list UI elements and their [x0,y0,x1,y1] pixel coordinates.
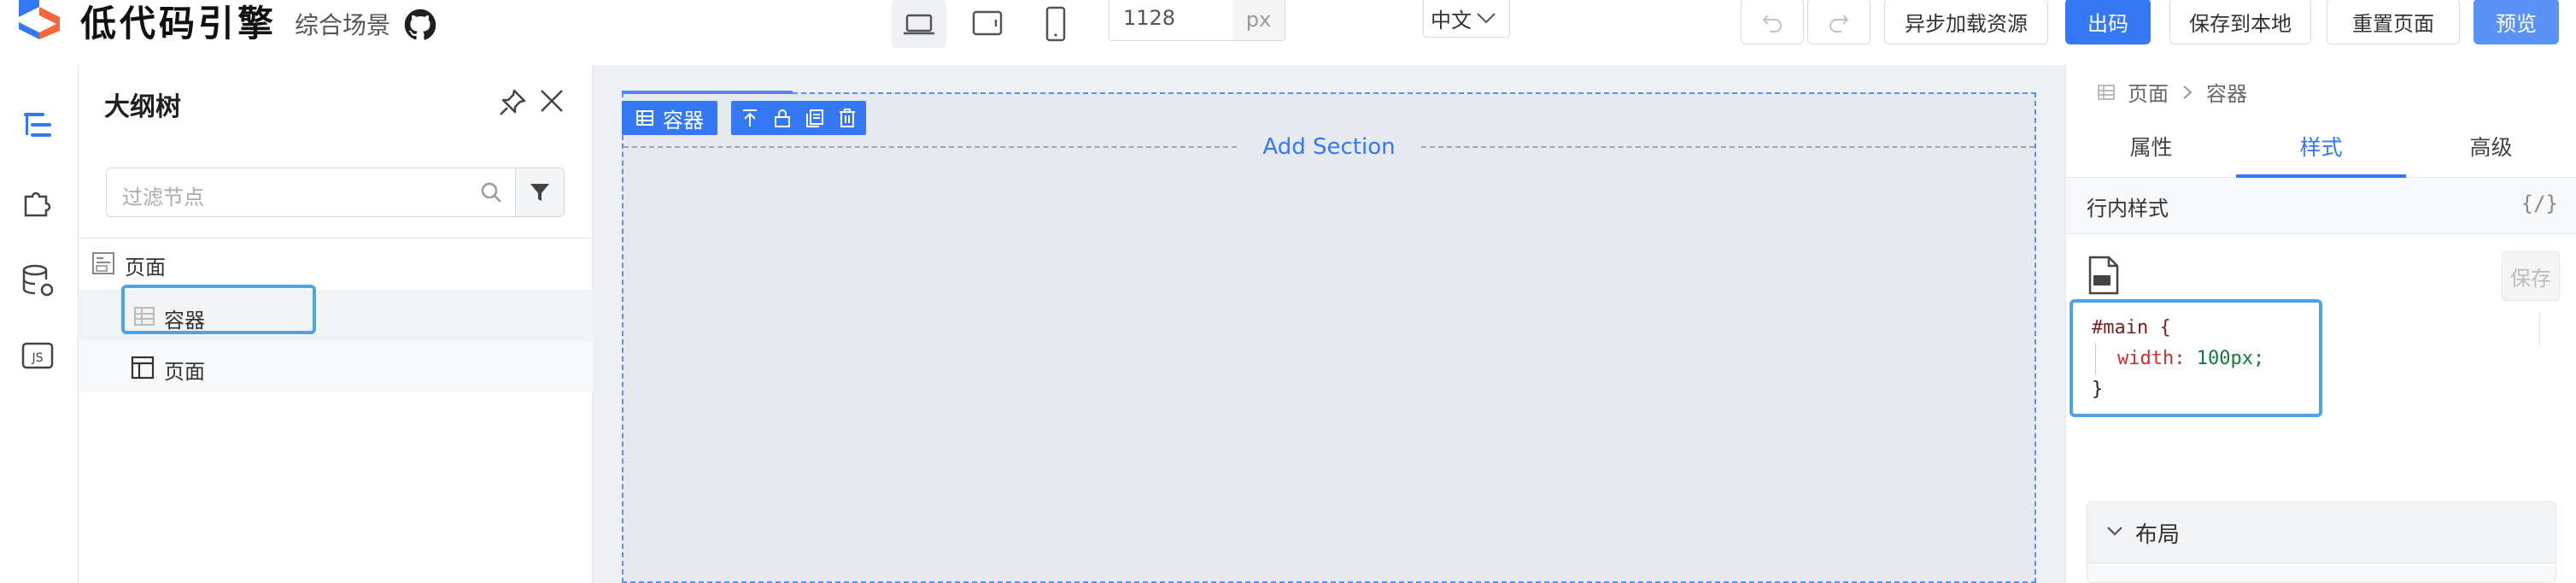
phone-icon [1045,6,1066,42]
export-code-button[interactable]: 出码 [2065,0,2151,44]
container-top-bar [622,91,793,94]
container-frame[interactable] [622,92,2036,583]
tree-node-page-child[interactable]: 页面 [79,341,593,392]
tab-style[interactable]: 样式 [2236,121,2406,178]
search-icon [481,182,501,203]
inline-style-title: 行内样式 [2087,197,2169,221]
settings-tabs: 属性 样式 高级 [2066,121,2576,178]
table-grid-icon [636,110,653,126]
add-section-divider[interactable]: Add Section [624,130,2035,164]
lock-icon [775,109,790,127]
move-up-button[interactable] [736,104,764,132]
chevron-down-icon [2107,527,2122,536]
save-local-button[interactable]: 保存到本地 [2169,0,2311,44]
trash-icon [840,109,855,127]
language-value: 中文 [1431,8,1472,32]
svg-text:JS: JS [31,351,43,365]
app-title: 低代码引擎 [80,3,278,44]
tree-node-page-root[interactable]: 页面 [79,238,593,290]
table-grid-icon [2098,84,2115,100]
js-code-button[interactable]: JS [19,337,56,374]
components-button[interactable] [19,185,56,222]
top-toolbar: 低代码引擎 综合场景 1128 px 中文 异步加载资源 出码 保存到本地 重置… [0,0,2576,50]
funnel-icon [530,184,549,201]
preview-button[interactable]: 预览 [2474,0,2559,44]
filter-placeholder: 过滤节点 [122,186,204,209]
highlight-box-code [2070,299,2322,417]
github-icon[interactable] [404,9,436,41]
arrow-top-icon [743,109,757,127]
editor-gutter-line [2539,313,2540,347]
tab-props[interactable]: 属性 [2066,121,2236,178]
undo-icon [1762,15,1782,32]
layout-section-title: 布局 [2135,522,2181,548]
datasource-button[interactable] [19,262,56,299]
outline-tree-button[interactable] [19,106,56,144]
tree-node-label: 页面 [164,360,205,384]
async-load-button[interactable]: 异步加载资源 [1884,0,2048,44]
copy-button[interactable] [801,104,828,132]
filter-nodes-input[interactable]: 过滤节点 [106,168,516,217]
js-code-icon: JS [21,342,54,369]
canvas-width-input[interactable]: 1128 [1109,0,1233,41]
layout-section-header[interactable]: 布局 [2087,502,2556,563]
datasource-icon [22,264,54,297]
chevron-right-icon [2183,85,2193,99]
lock-button[interactable] [769,104,796,132]
save-style-button[interactable]: 保存 [2502,251,2560,301]
laptop-icon [904,14,934,35]
highlight-box-selected-node [121,285,316,334]
language-select[interactable]: 中文 [1423,0,1510,38]
breadcrumb-item-page[interactable]: 页面 [2128,77,2169,107]
reset-page-button[interactable]: 重置页面 [2327,0,2460,44]
layout-icon [131,356,155,380]
css-file-icon[interactable] [2085,255,2122,296]
dashed-line [624,146,1238,148]
plugin-puzzle-icon [24,191,51,217]
inline-style-header: 行内样式 {/} [2066,178,2576,234]
tab-advanced[interactable]: 高级 [2406,121,2576,178]
pin-icon[interactable] [497,87,528,118]
tablet-icon [972,10,1003,36]
device-phone-button[interactable] [1028,0,1083,48]
tree-node-label: 页面 [125,256,166,280]
outline-title: 大纲树 [104,92,181,122]
filter-button[interactable] [515,168,565,217]
device-tablet-button[interactable] [960,0,1015,48]
close-icon[interactable] [536,85,567,116]
delete-button[interactable] [834,104,861,132]
scene-label: 综合场景 [295,11,391,39]
breadcrumb: 页面 容器 [2097,77,2247,107]
undo-button[interactable] [1741,0,1804,44]
page-icon [92,252,114,274]
redo-icon [1830,15,1849,32]
layout-section: 布局 [2087,501,2556,583]
add-section-link[interactable]: Add Section [1262,134,1395,160]
chevron-down-icon [1477,13,1496,24]
outline-panel: 大纲树 过滤节点 页面 容器 页面 [79,65,593,583]
left-rail: JS [0,65,79,583]
copy-icon [806,109,823,127]
canvas-width-unit: px [1232,0,1285,41]
code-mode-toggle[interactable]: {/} [2521,191,2558,215]
selected-component-label: 容器 [663,108,704,132]
breadcrumb-item-container: 容器 [2206,82,2247,106]
design-canvas[interactable]: 容器 Add Section [593,65,2065,583]
logo-icon [19,0,60,39]
device-desktop-button[interactable] [892,0,946,48]
dashed-line [1420,146,2035,148]
redo-button[interactable] [1807,0,1871,44]
settings-panel: 页面 容器 属性 样式 高级 行内样式 {/} 保存 #main { width… [2065,65,2576,583]
outline-tree-icon [24,113,51,137]
